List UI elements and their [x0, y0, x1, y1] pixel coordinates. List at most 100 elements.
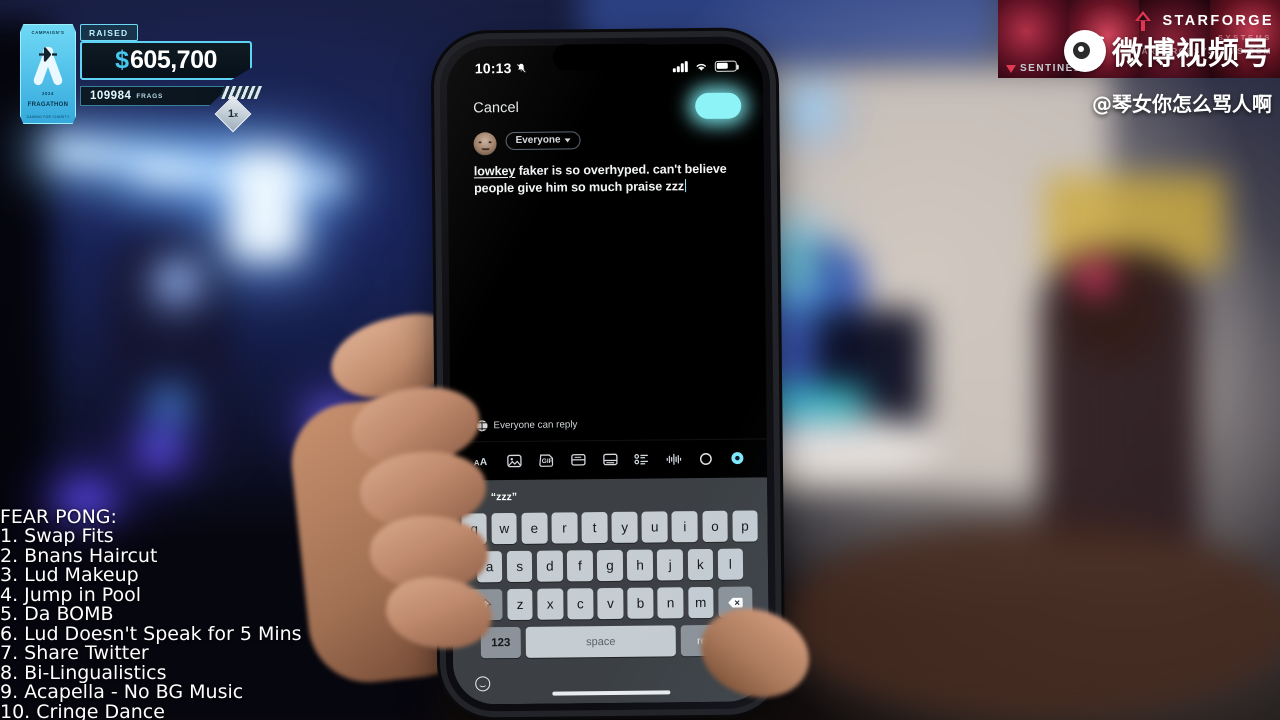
bell-slash-icon — [516, 63, 526, 73]
hash-decoration — [220, 86, 262, 99]
list-item: 1. Swap Fits — [0, 525, 114, 547]
key-m[interactable]: m — [687, 586, 714, 619]
key-t[interactable]: t — [581, 512, 608, 544]
key-d[interactable]: d — [536, 550, 563, 582]
composer-header: Cancel — [447, 87, 763, 124]
badge-top-caption: CAMPAIGN'S — [31, 30, 65, 35]
key-b[interactable]: b — [627, 587, 654, 619]
key-y[interactable]: y — [611, 511, 638, 543]
key-v[interactable]: v — [597, 587, 624, 620]
key-n[interactable]: n — [657, 587, 684, 619]
text-caret — [685, 178, 687, 192]
prediction-2[interactable] — [557, 495, 662, 496]
amount-raised-display: $ 605,700 — [80, 41, 252, 80]
smiley-icon[interactable] — [475, 675, 491, 691]
scene-floor — [780, 520, 1280, 720]
svg-text:A: A — [480, 457, 488, 467]
fear-pong-title: FEAR PONG: — [0, 506, 117, 528]
fear-pong-overlay: FEAR PONG: 1. Swap Fits 2. Bnans Haircut… — [0, 507, 302, 720]
key-o[interactable]: o — [702, 510, 728, 543]
weibo-signal-icon — [1092, 35, 1105, 49]
character-progress-icon[interactable] — [728, 449, 747, 468]
multiplier-suffix: x — [234, 112, 239, 119]
sentinel-logo-icon — [1006, 64, 1016, 73]
audience-label: Everyone — [515, 134, 561, 146]
post-tweet-button[interactable] — [695, 92, 742, 120]
audio-waveform-icon[interactable] — [664, 449, 683, 468]
battery-icon — [714, 60, 737, 72]
scene-bokeh-b — [140, 430, 180, 470]
awareness-ribbon-icon — [33, 42, 63, 84]
key-w[interactable]: w — [491, 512, 518, 545]
weibo-logo-icon — [1064, 29, 1106, 72]
image-icon[interactable] — [505, 451, 524, 470]
key-p[interactable]: p — [732, 510, 758, 542]
list-icon[interactable] — [632, 450, 651, 469]
location-icon[interactable] — [696, 449, 715, 468]
scene-desk — [750, 415, 940, 475]
frag-arrow-icon — [39, 47, 57, 62]
card-icon[interactable] — [600, 450, 619, 469]
weibo-watermark: 微博视频号 — [1064, 28, 1272, 73]
raised-label: RAISED — [80, 24, 139, 41]
key-e[interactable]: e — [521, 512, 548, 544]
scene-bokeh-e — [770, 230, 814, 300]
scene-pink-light — [1075, 260, 1115, 294]
scene-bokeh-g — [155, 390, 185, 420]
keyboard-row-1: q w e r t y u i o p — [451, 510, 767, 545]
frags-counter: 109984 FRAGS — [80, 86, 230, 106]
list-item: 7. Share Twitter — [0, 642, 149, 664]
composer-toolbar: AA GIF — [450, 438, 768, 481]
avatar[interactable] — [473, 132, 497, 156]
key-g[interactable]: g — [597, 549, 623, 582]
prediction-3[interactable] — [662, 494, 767, 495]
audience-selector[interactable]: Everyone — [505, 129, 581, 155]
status-bar-left: 10:13 — [474, 59, 527, 77]
key-x[interactable]: x — [537, 588, 564, 620]
scene-neon-strip-3 — [230, 150, 300, 260]
key-c[interactable]: c — [567, 588, 594, 620]
key-z[interactable]: z — [507, 588, 534, 621]
chevron-down-icon — [564, 137, 571, 142]
phone-screen: 10:13 Cancel Everyone lowkey faker is so… — [446, 43, 770, 705]
key-u[interactable]: u — [641, 511, 668, 543]
composer-empty-space — [448, 193, 766, 420]
scene-person-right-head — [1060, 250, 1165, 365]
frags-label: FRAGS — [136, 92, 164, 100]
scene-bokeh-f — [790, 90, 830, 130]
sponsor-brand-name: STARFORGE — [1162, 13, 1274, 29]
scene-bokeh-c — [160, 265, 194, 299]
key-r[interactable]: r — [551, 512, 578, 544]
reply-scope-label: Everyone can reply — [493, 419, 578, 432]
status-time: 10:13 — [474, 59, 512, 77]
donation-overlay: CAMPAIGN'S 2024 FRAGATHON GAMING FOR CHA… — [12, 24, 262, 133]
list-item: 5. Da BOMB — [0, 603, 114, 625]
key-s[interactable]: s — [506, 550, 533, 583]
list-item: 3. Lud Makeup — [0, 564, 139, 586]
frags-count: 109984 — [90, 90, 132, 102]
fear-pong-list: 1. Swap Fits 2. Bnans Haircut 3. Lud Mak… — [0, 525, 302, 720]
key-k[interactable]: k — [687, 548, 714, 581]
key-i[interactable]: i — [671, 511, 698, 543]
prediction-bar: “zzz” — [451, 477, 767, 513]
tweet-text-mention: lowkey — [473, 163, 516, 179]
amount-value: 605,700 — [130, 46, 217, 74]
key-h[interactable]: h — [627, 549, 654, 581]
svg-text:GIF: GIF — [541, 457, 552, 464]
key-l[interactable]: l — [717, 548, 744, 580]
list-item: 9. Acapella - No BG Music — [0, 681, 244, 703]
list-item: 10. Cringe Dance — [0, 700, 165, 720]
dynamic-island — [552, 43, 657, 71]
poll-icon[interactable] — [568, 450, 587, 469]
key-j[interactable]: j — [657, 549, 684, 581]
badge-mid-caption: 2024 — [42, 90, 54, 96]
key-f[interactable]: f — [567, 550, 593, 582]
currency-symbol: $ — [115, 46, 130, 74]
gif-icon[interactable]: GIF — [537, 451, 556, 470]
cancel-button[interactable]: Cancel — [473, 100, 519, 116]
tweet-compose-row: Everyone — [447, 121, 763, 156]
space-key[interactable]: space — [525, 625, 676, 658]
audience-pill[interactable]: Everyone — [505, 130, 581, 150]
keyboard-row-2: a s d f g h j k l — [452, 548, 768, 583]
tweet-text-input[interactable]: lowkey faker is so overhyped. can't beli… — [448, 152, 764, 196]
